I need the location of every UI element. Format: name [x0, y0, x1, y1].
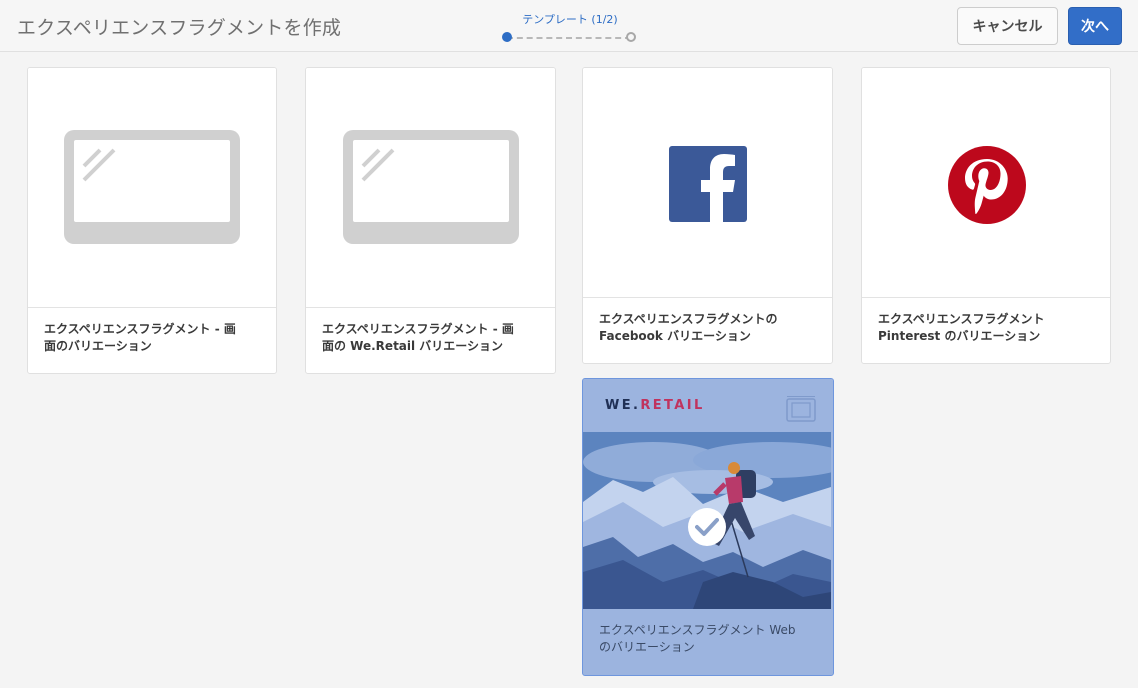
template-name-line-1: エクスペリエンスフラグメント Web [599, 623, 796, 637]
template-name-line-2: Facebook バリエーション [599, 329, 751, 343]
template-card-we-retail-screen[interactable]: エクスペリエンスフラグメント - 画 面の We.Retail バリエーション [305, 67, 556, 374]
template-caption: エクスペリエンスフラグメント Pinterest のバリエーション [862, 297, 1110, 363]
template-name-line-2: Pinterest のバリエーション [878, 329, 1041, 343]
template-name-line-1: エクスペリエンスフラグメント - 画 [44, 322, 236, 336]
next-button[interactable]: 次へ [1068, 7, 1122, 45]
page-title: エクスペリエンスフラグメントを作成 [17, 17, 342, 39]
template-thumbnail [583, 68, 832, 299]
we-retail-logo: WE.RETAIL [605, 398, 705, 413]
pinterest-icon [948, 146, 1026, 224]
template-thumbnail [306, 68, 555, 309]
template-caption: エクスペリエンスフラグメント - 画 面の We.Retail バリエーション [306, 307, 555, 373]
template-name-line-2: 面の We.Retail バリエーション [322, 339, 504, 353]
cancel-button[interactable]: キャンセル [957, 7, 1058, 45]
facebook-icon [669, 146, 747, 222]
screen-placeholder-icon [64, 130, 240, 244]
template-caption: エクスペリエンスフラグメント - 画 面のバリエーション [28, 307, 276, 373]
template-card-pinterest[interactable]: エクスペリエンスフラグメント Pinterest のバリエーション [861, 67, 1111, 364]
template-name-line-2: 面のバリエーション [44, 339, 152, 353]
screen-outline-icon [786, 396, 816, 422]
template-name-line-1: エクスペリエンスフラグメント - 画 [322, 322, 514, 336]
template-name-line-1: エクスペリエンスフラグメントの [599, 312, 778, 326]
template-card-screen[interactable]: エクスペリエンスフラグメント - 画 面のバリエーション [27, 67, 277, 374]
template-card-web-selected[interactable]: WE.RETAIL エクスペリエンスフラグメント Web のバリエーション [582, 378, 834, 676]
selected-check-icon [688, 508, 726, 546]
wizard-step-label: テンプレート (1/2) [522, 13, 618, 26]
template-card-facebook[interactable]: エクスペリエンスフラグメントの Facebook バリエーション [582, 67, 833, 364]
template-thumbnail [28, 68, 276, 309]
template-thumbnail [862, 68, 1110, 299]
top-bar: エクスペリエンスフラグメントを作成 テンプレート (1/2) キャンセル 次へ [0, 0, 1138, 52]
template-caption: エクスペリエンスフラグメント Web のバリエーション [583, 609, 833, 675]
wizard-step-2-dot [626, 32, 636, 42]
template-thumbnail: WE.RETAIL [583, 379, 833, 611]
template-name-line-2: のバリエーション [599, 640, 695, 654]
wizard-track [507, 37, 631, 39]
template-caption: エクスペリエンスフラグメントの Facebook バリエーション [583, 297, 832, 363]
wizard-progress: テンプレート (1/2) [500, 8, 640, 48]
wizard-step-1-dot [502, 32, 512, 42]
screen-placeholder-icon [343, 130, 519, 244]
template-name-line-1: エクスペリエンスフラグメント [878, 312, 1045, 326]
